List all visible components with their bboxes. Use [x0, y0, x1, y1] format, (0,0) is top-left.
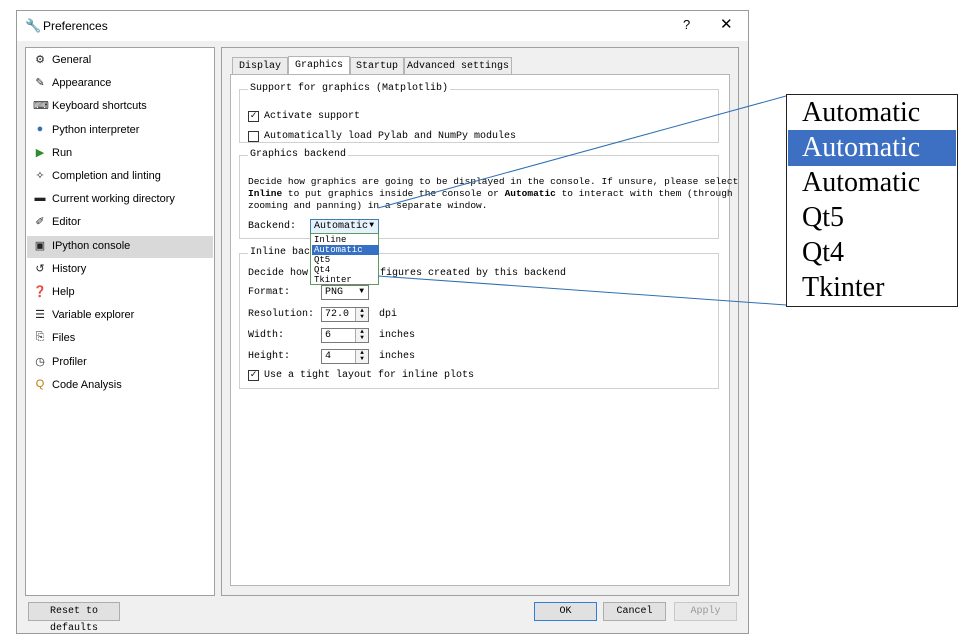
callout-item: Automatic: [788, 130, 956, 166]
callout-item: Qt4: [802, 237, 844, 268]
zoomed-dropdown-callout: Automatic Automatic Automatic Qt5 Qt4 Tkinter: [786, 94, 958, 307]
callout-leader-top: [377, 95, 787, 209]
callout-item: Qt5: [802, 202, 844, 233]
callout-item: Tkinter: [802, 272, 885, 303]
callout-item: Automatic: [802, 97, 921, 128]
callout-item: Automatic: [802, 167, 921, 198]
callout-leader-bottom: [377, 275, 787, 306]
